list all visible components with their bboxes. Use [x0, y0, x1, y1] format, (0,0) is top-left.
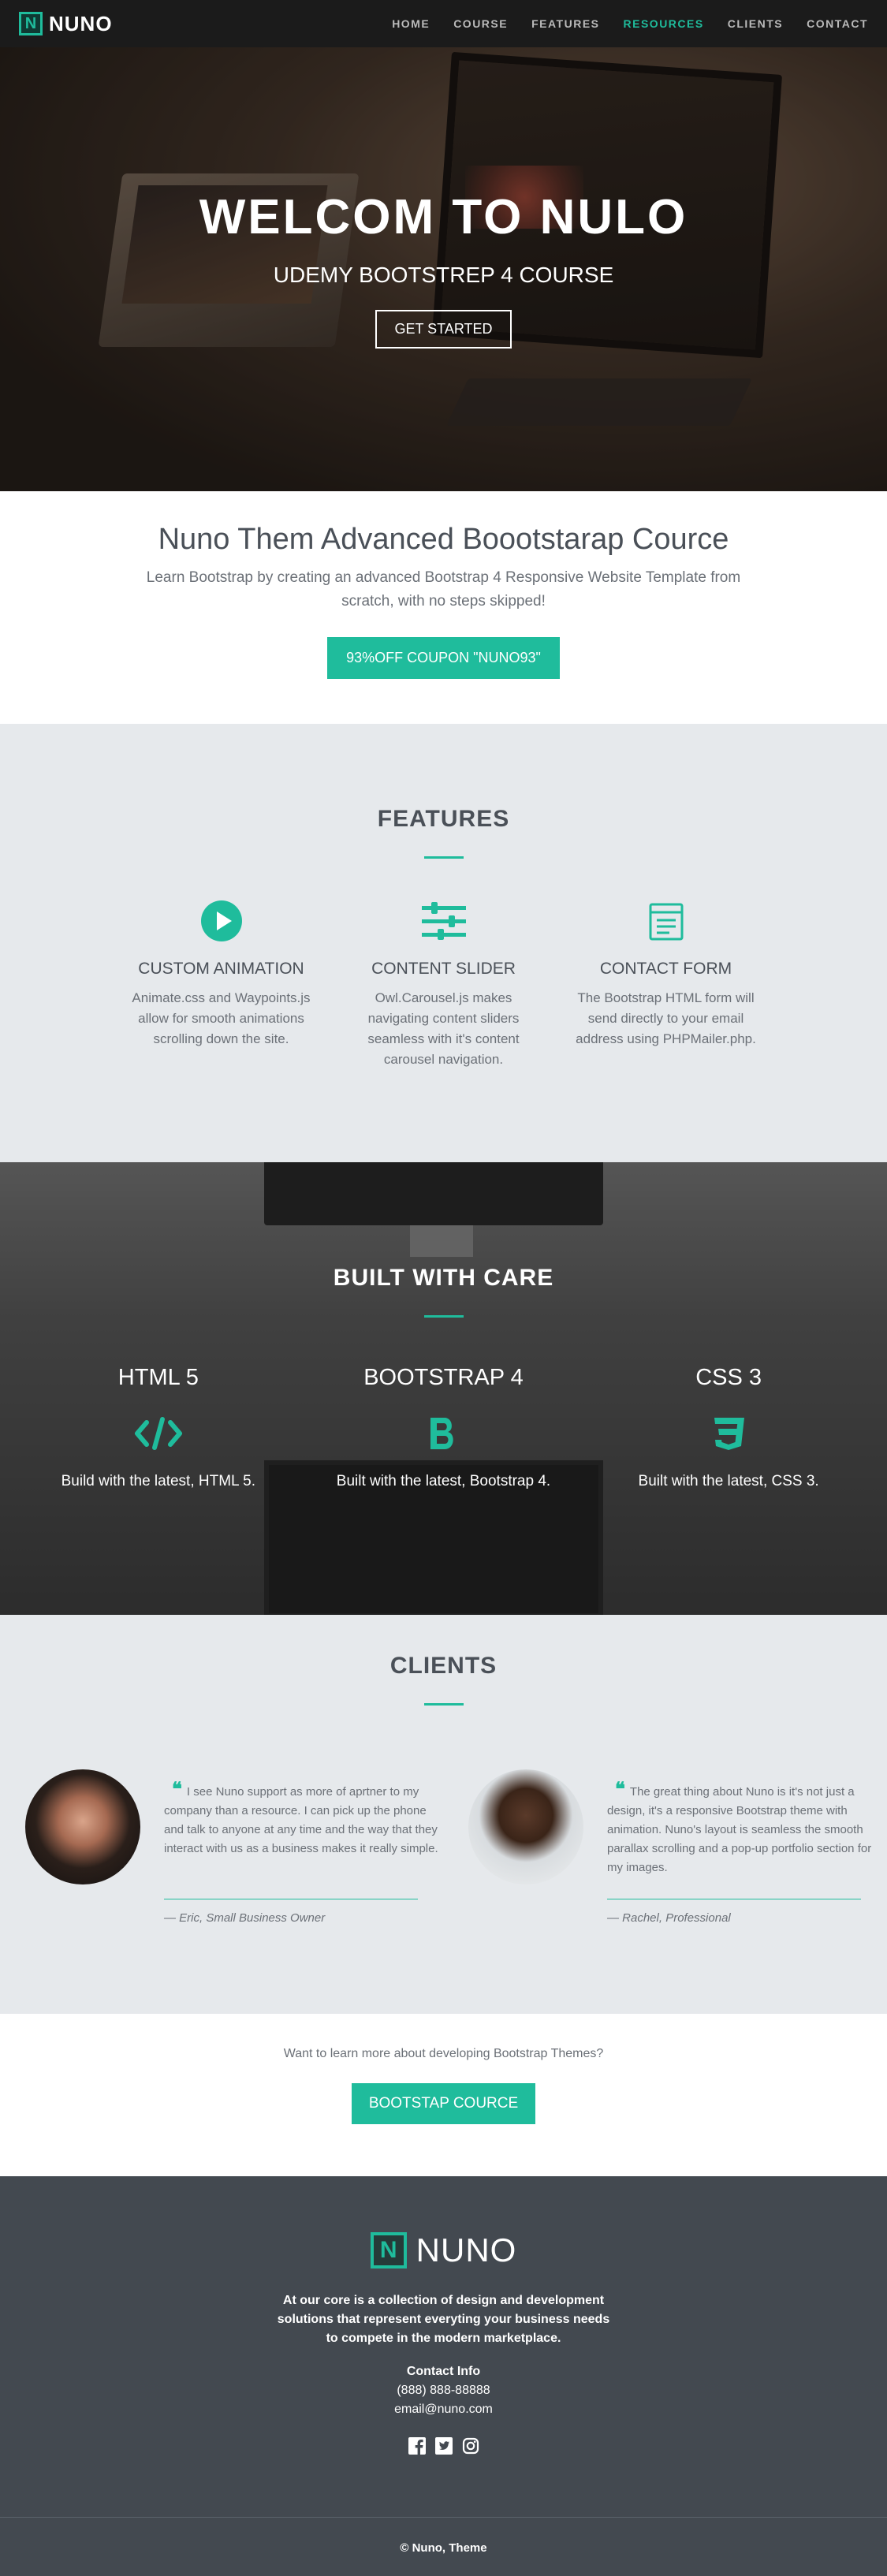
intro-title: Nuno Them Advanced Boootstarap Cource: [158, 523, 729, 556]
get-started-button[interactable]: GET STARTED: [375, 310, 512, 349]
hero-section: WELCOM TO NULO UDEMY BOOTSTREP 4 COURSE …: [0, 47, 887, 491]
intro-section: Nuno Them Advanced Boootstarap Cource Le…: [0, 491, 887, 724]
bootstrap-icon: [309, 1411, 577, 1456]
built-section: BUILT WITH CARE HTML 5 Build with the la…: [0, 1162, 887, 1615]
instagram-icon[interactable]: [461, 2436, 480, 2455]
footer-about: At our core is a collection of design an…: [277, 2294, 610, 2345]
logo-icon: N: [19, 12, 43, 35]
features-divider: [423, 856, 464, 859]
code-icon: [24, 1411, 293, 1456]
built-divider: [423, 1315, 464, 1318]
footer-brand-name: NUNO: [416, 2231, 517, 2268]
play-circle-icon: [126, 898, 317, 944]
sliders-icon: [348, 898, 539, 944]
testimonial-quote: ❝ I see Nuno support as more of aprtner t…: [164, 1779, 438, 1856]
hero-content: WELCOM TO NULO UDEMY BOOTSTREP 4 COURSE …: [0, 189, 887, 349]
contact-title: Contact Info: [406, 2365, 481, 2378]
nav-item-clients[interactable]: CLIENTS: [728, 17, 783, 30]
facebook-icon[interactable]: [408, 2436, 427, 2455]
coupon-button[interactable]: 93%OFF COUPON "NUNO93": [327, 637, 560, 679]
built-item-text: Built with the latest, Bootstrap 4.: [336, 1473, 551, 1489]
feature-title: CONTENT SLIDER: [371, 960, 516, 978]
built-item: HTML 5 Build with the latest, HTML 5.: [24, 1365, 293, 1490]
feature-title: CONTACT FORM: [599, 960, 732, 978]
nav-item-resources[interactable]: RESOURCES: [624, 17, 704, 30]
nav-item-course[interactable]: COURSE: [453, 17, 508, 30]
feature-item: CONTACT FORM The Bootstrap HTML form wil…: [571, 898, 762, 1070]
twitter-icon[interactable]: [434, 2436, 453, 2455]
clients-divider: [423, 1703, 464, 1706]
hero-subtitle: UDEMY BOOTSTREP 4 COURSE: [273, 263, 614, 287]
form-icon: [571, 898, 762, 944]
brand-name: NUNO: [49, 11, 113, 35]
contact-email[interactable]: email@nuno.com: [0, 2400, 887, 2419]
built-title: BUILT WITH CARE: [333, 1265, 554, 1291]
testimonial-author: — Rachel, Professional: [607, 1911, 731, 1925]
built-item: CSS 3 Built with the latest, CSS 3.: [594, 1365, 863, 1490]
built-item-text: Built with the latest, CSS 3.: [638, 1473, 819, 1489]
built-content: BUILT WITH CARE HTML 5 Build with the la…: [0, 1265, 887, 1490]
features-row: CUSTOM ANIMATION Animate.css and Waypoin…: [0, 898, 887, 1070]
cta-section: Want to learn more about developing Boot…: [0, 2014, 887, 2176]
clients-title: CLIENTS: [389, 1653, 498, 1679]
brand-logo[interactable]: N NUNO: [19, 12, 113, 36]
quote-icon: ❝: [615, 1779, 625, 1800]
features-title: FEATURES: [377, 806, 510, 832]
nav-item-contact[interactable]: CONTACT: [807, 17, 868, 30]
built-item-title: BOOTSTRAP 4: [363, 1365, 524, 1390]
built-item-title: HTML 5: [117, 1365, 199, 1390]
css3-icon: [594, 1411, 863, 1456]
footer-brand: N NUNO: [370, 2231, 517, 2269]
copyright: © Nuno, Theme: [0, 2517, 887, 2576]
contact-info: Contact Info (888) 888-88888 email@nuno.…: [0, 2362, 887, 2419]
footer: N NUNO At our core is a collection of de…: [0, 2176, 887, 2517]
cta-text: Want to learn more about developing Boot…: [283, 2047, 604, 2060]
logo-icon: N: [370, 2232, 407, 2268]
social-links: [0, 2436, 887, 2455]
built-row: HTML 5 Build with the latest, HTML 5. BO…: [0, 1365, 887, 1490]
avatar: [25, 1769, 140, 1884]
feature-item: CUSTOM ANIMATION Animate.css and Waypoin…: [126, 898, 317, 1070]
feature-item: CONTENT SLIDER Owl.Carousel.js makes nav…: [348, 898, 539, 1070]
built-item: BOOTSTRAP 4 Built with the latest, Boots…: [309, 1365, 577, 1490]
feature-title: CUSTOM ANIMATION: [138, 960, 304, 978]
features-section: FEATURES CUSTOM ANIMATION Animate.css an…: [0, 724, 887, 1162]
quote-icon: ❝: [172, 1779, 182, 1800]
nav-menu: HOME COURSE FEATURES RESOURCES CLIENTS C…: [392, 17, 868, 30]
hero-title: WELCOM TO NULO: [199, 190, 688, 244]
built-item-title: CSS 3: [695, 1365, 762, 1390]
course-button[interactable]: BOOTSTAP COURCE: [351, 2083, 536, 2124]
nav-item-features[interactable]: FEATURES: [531, 17, 599, 30]
feature-text: Animate.css and Waypoints.js allow for s…: [132, 990, 311, 1046]
intro-text: Learn Bootstrap by creating an advanced …: [146, 569, 741, 610]
clients-section: CLIENTS ❝ I see Nuno support as more of a…: [0, 1615, 887, 2014]
avatar: [468, 1769, 583, 1884]
contact-phone[interactable]: (888) 888-88888: [0, 2381, 887, 2400]
feature-text: The Bootstrap HTML form will send direct…: [576, 990, 756, 1046]
built-item-text: Build with the latest, HTML 5.: [61, 1473, 256, 1489]
testimonial-quote: ❝ The great thing about Nuno is it's not …: [607, 1779, 872, 1875]
testimonial-author: — Eric, Small Business Owner: [164, 1911, 326, 1925]
feature-text: Owl.Carousel.js makes navigating content…: [367, 990, 520, 1067]
nav-item-home[interactable]: HOME: [392, 17, 430, 30]
navbar: N NUNO HOME COURSE FEATURES RESOURCES CL…: [0, 0, 887, 47]
